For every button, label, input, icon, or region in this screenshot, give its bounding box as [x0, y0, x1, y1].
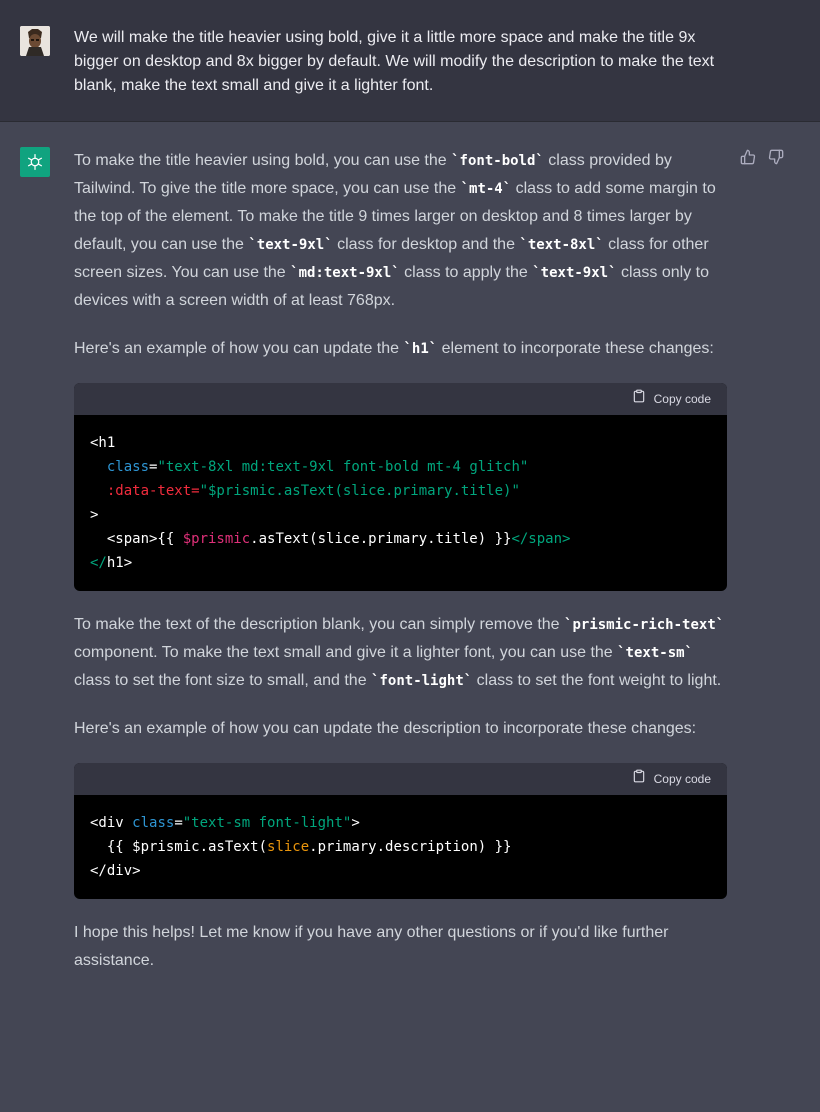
- assistant-message-content: To make the title heavier using bold, yo…: [74, 147, 727, 995]
- copy-code-label: Copy code: [653, 392, 711, 406]
- code-body: <h1 class="text-8xl md:text-9xl font-bol…: [90, 435, 571, 571]
- code-body: <div class="text-sm font-light"> {{ $pri…: [90, 815, 512, 879]
- user-message-text: We will make the title heavier using bol…: [74, 29, 715, 94]
- feedback-buttons: [740, 149, 784, 165]
- paragraph-1: To make the title heavier using bold, yo…: [74, 152, 716, 309]
- paragraph-4: Here's an example of how you can update …: [74, 720, 697, 737]
- paragraph-5: I hope this helps! Let me know if you ha…: [74, 924, 669, 969]
- code-block-h1: Copy code <h1 class="text-8xl md:text-9x…: [74, 383, 727, 591]
- user-avatar: [20, 26, 50, 56]
- clipboard-icon: [632, 385, 646, 413]
- copy-code-button[interactable]: Copy code: [632, 765, 711, 793]
- code-header: Copy code: [74, 763, 727, 795]
- assistant-message-row: To make the title heavier using bold, yo…: [0, 123, 820, 1112]
- copy-code-label: Copy code: [653, 772, 711, 786]
- code-header: Copy code: [74, 383, 727, 415]
- code-block-div: Copy code <div class="text-sm font-light…: [74, 763, 727, 899]
- openai-logo-icon: [20, 147, 50, 177]
- thumbs-up-icon[interactable]: [740, 149, 756, 165]
- thumbs-down-icon[interactable]: [768, 149, 784, 165]
- user-message-row: We will make the title heavier using bol…: [0, 0, 820, 122]
- clipboard-icon: [632, 765, 646, 793]
- paragraph-2: Here's an example of how you can update …: [74, 340, 714, 357]
- paragraph-3: To make the text of the description blan…: [74, 616, 725, 689]
- copy-code-button[interactable]: Copy code: [632, 385, 711, 413]
